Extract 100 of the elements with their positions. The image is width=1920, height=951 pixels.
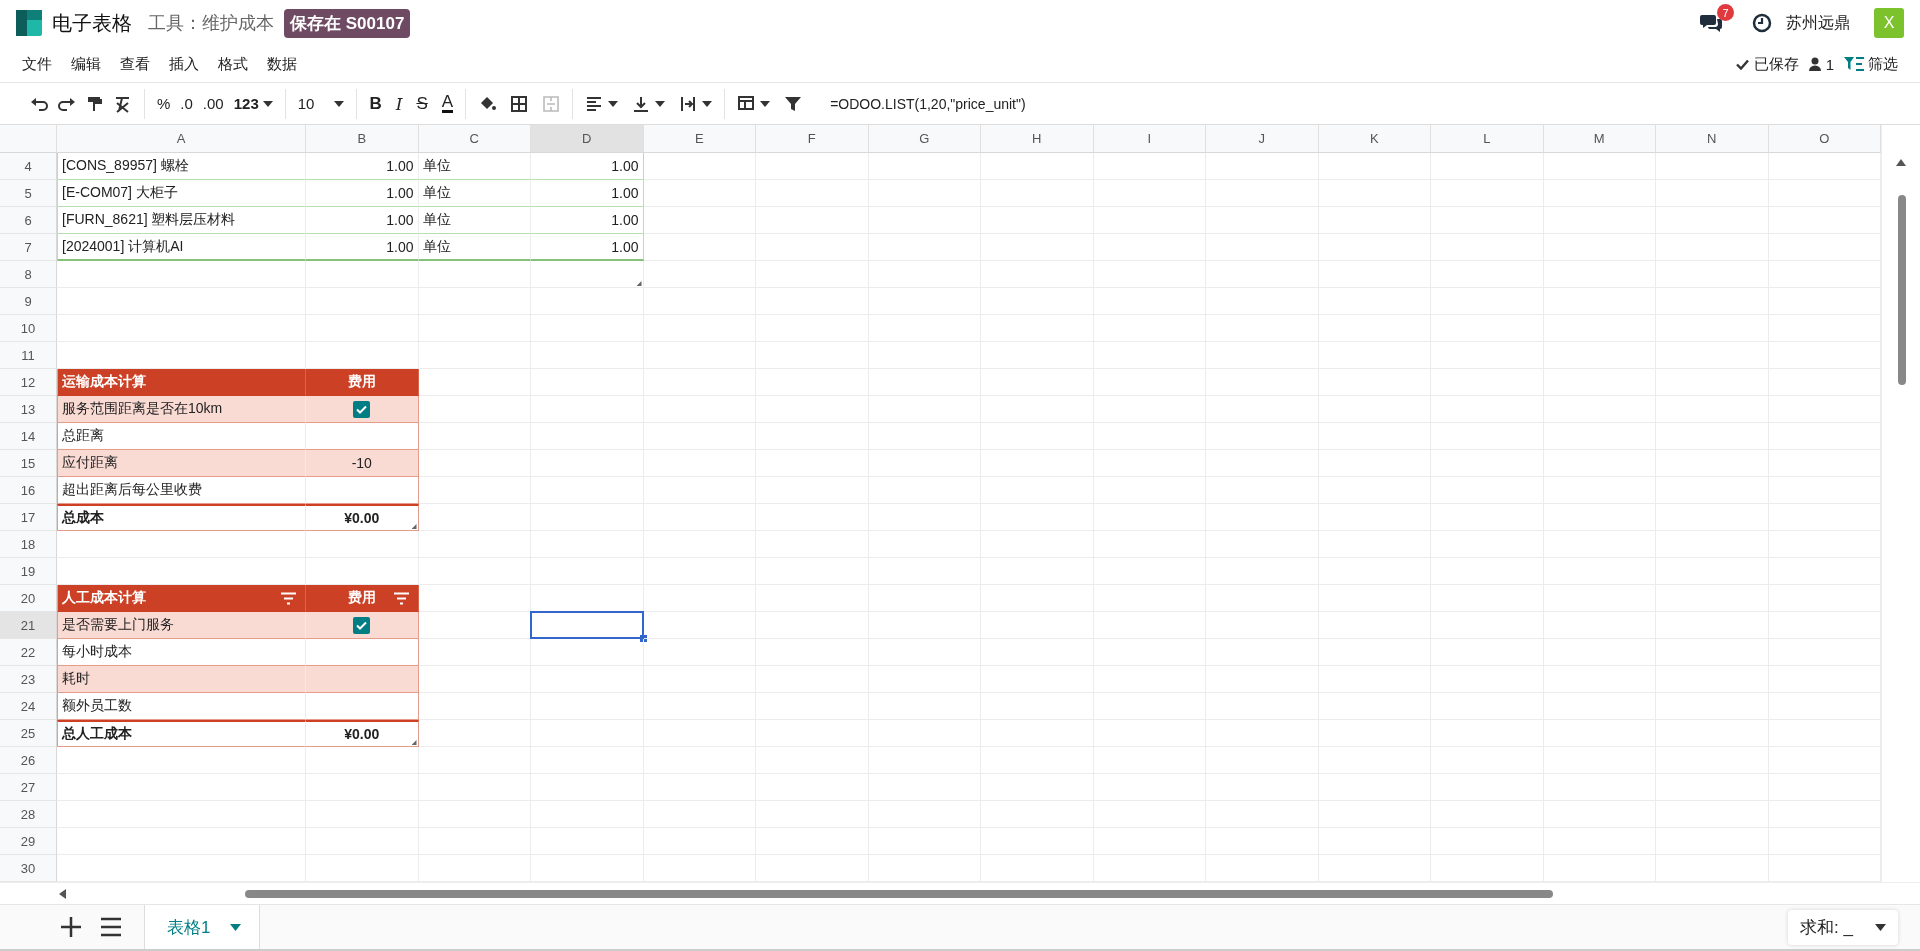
table-cell[interactable]: 1.00 [531,207,644,234]
menu-item[interactable]: 查看 [120,54,150,74]
menu-item[interactable]: 格式 [218,54,248,74]
row-header[interactable]: 4 [0,153,57,180]
table-cell[interactable]: ¥0.00 [306,720,419,747]
row-header[interactable]: 10 [0,315,57,342]
row-header[interactable]: 16 [0,477,57,504]
table-cell[interactable] [306,693,419,720]
column-header[interactable]: D [531,125,644,153]
bold-button[interactable]: B [369,93,382,114]
row-header[interactable]: 26 [0,747,57,774]
row-header[interactable]: 11 [0,342,57,369]
row-header[interactable]: 20 [0,585,57,612]
row-header[interactable]: 27 [0,774,57,801]
font-size-dropdown[interactable]: 10 [297,95,345,112]
table-cell[interactable] [306,639,419,666]
table-cell[interactable]: 1.00 [531,234,644,261]
clock-icon[interactable] [1752,13,1772,33]
number-format-button[interactable]: % [157,95,171,112]
column-header[interactable]: K [1318,125,1431,153]
app-title[interactable]: 电子表格 [52,9,132,37]
column-header[interactable]: J [1206,125,1319,153]
column-header[interactable]: M [1543,125,1656,153]
resize-handle[interactable] [636,281,642,286]
table-cell[interactable]: 1.00 [531,153,644,180]
row-header[interactable]: 18 [0,531,57,558]
table-cell[interactable]: 单位 [418,153,531,180]
column-header[interactable]: C [418,125,531,153]
resize-handle[interactable] [411,740,417,745]
aggregate-dropdown[interactable]: 求和: _ [1788,909,1898,945]
text-wrap-icon[interactable] [679,94,698,113]
chat-icon[interactable] [1700,13,1722,33]
table-cell[interactable]: ¥0.00 [306,504,419,531]
row-header[interactable]: 29 [0,828,57,855]
column-header[interactable]: H [981,125,1094,153]
column-header[interactable]: E [643,125,756,153]
row-header[interactable]: 15 [0,450,57,477]
row-header[interactable]: 17 [0,504,57,531]
row-header[interactable]: 23 [0,666,57,693]
table-cell[interactable]: 1.00 [306,207,419,234]
table-cell[interactable]: 单位 [418,207,531,234]
spreadsheet-logo-icon[interactable] [16,10,42,36]
align-left-icon[interactable] [585,94,604,113]
table-cell[interactable] [306,477,419,504]
scrollbar-thumb[interactable] [1898,195,1906,385]
table-cell[interactable]: 服务范围距离是否在10km [57,396,306,423]
column-header[interactable]: B [306,125,419,153]
clear-format-icon[interactable] [114,94,132,113]
table-cell[interactable]: 是否需要上门服务 [57,612,306,639]
table-cell[interactable]: 1.00 [306,180,419,207]
column-header[interactable]: G [868,125,981,153]
table-cell[interactable] [306,423,419,450]
row-header[interactable]: 9 [0,288,57,315]
row-header[interactable]: 22 [0,639,57,666]
checkbox[interactable] [353,616,371,634]
table-cell[interactable]: [2024001] 计算机AI [57,234,306,261]
company-name[interactable]: 苏州远鼎 [1786,12,1850,34]
table-cell[interactable]: 1.00 [531,180,644,207]
table-cell[interactable]: 总人工成本 [57,720,306,747]
table-cell[interactable]: 费用 [306,369,419,396]
align-bottom-icon[interactable] [632,94,651,113]
column-header[interactable]: O [1768,125,1881,153]
merge-cells-icon[interactable] [542,94,561,113]
table-cell[interactable]: [FURN_8621] 塑料层压材料 [57,207,306,234]
save-location-badge[interactable]: 保存在 S00107 [284,8,411,38]
row-header[interactable]: 19 [0,558,57,585]
table-cell[interactable]: 每小时成本 [57,639,306,666]
scroll-up-icon[interactable] [1896,159,1906,166]
row-header[interactable]: 8 [0,261,57,288]
formula-bar[interactable]: =ODOO.LIST(1,20,"price_unit") [830,95,1026,112]
row-header[interactable]: 28 [0,801,57,828]
table-cell[interactable] [531,612,644,639]
table-cell[interactable]: [CONS_89957] 螺栓 [57,153,306,180]
row-header[interactable]: 21 [0,612,57,639]
horizontal-scrollbar[interactable] [0,882,1920,905]
menu-item[interactable]: 编辑 [71,54,101,74]
filter-button[interactable]: 筛选 [1844,54,1898,74]
checkbox[interactable] [353,400,371,418]
color-button[interactable]: A [441,94,454,113]
table-cell[interactable] [306,666,419,693]
row-header[interactable]: 25 [0,720,57,747]
sheet-tab[interactable]: 表格1 [145,905,261,949]
column-header[interactable]: I [1093,125,1206,153]
table-cell[interactable]: 费用 [306,585,419,612]
table-cell[interactable]: 超出距离后每公里收费 [57,477,306,504]
resize-handle[interactable] [411,524,417,529]
row-header[interactable]: 12 [0,369,57,396]
table-cell[interactable]: 1.00 [306,234,419,261]
table-cell[interactable] [306,396,419,423]
table-cell[interactable]: -10 [306,450,419,477]
number-format-button[interactable]: .0 [180,95,193,112]
add-sheet-icon[interactable] [60,916,82,938]
table-cell[interactable]: 1.00 [306,153,419,180]
table-cell[interactable]: 应付距离 [57,450,306,477]
borders-icon[interactable] [510,94,529,113]
table-cell[interactable]: 耗时 [57,666,306,693]
column-header[interactable]: L [1431,125,1544,153]
filter-icon[interactable] [784,94,803,113]
select-all-corner[interactable] [0,125,57,153]
table-cell[interactable]: 人工成本计算 [57,585,306,612]
